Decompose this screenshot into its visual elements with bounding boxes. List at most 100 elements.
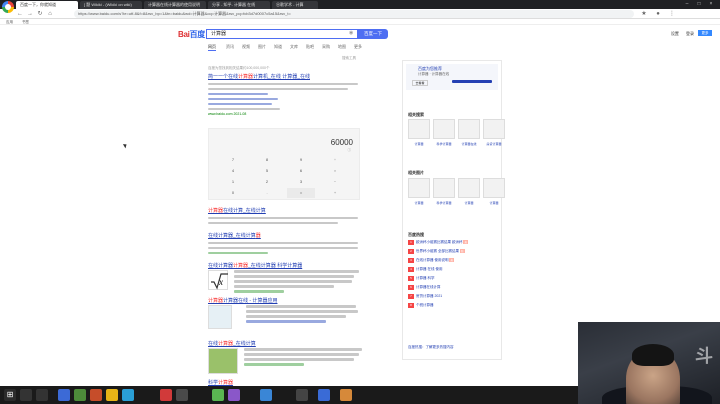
browser-tab[interactable]: 计算器在线计算器的使用说明	[144, 1, 206, 9]
hot-footer-link[interactable]: 百度热搜：了解更多热搜内容	[408, 345, 498, 350]
app-icon[interactable]	[228, 389, 240, 401]
url-input[interactable]: https://www.baidu.com/s?ie=utf-8&f=8&rsv…	[74, 10, 634, 18]
app-icon[interactable]	[106, 389, 118, 401]
start-icon[interactable]: ⊞	[4, 389, 16, 401]
result-image-icon[interactable]	[208, 348, 238, 374]
browser-tab[interactable]: 分享 - 知乎- 计算器 在线	[208, 1, 270, 9]
calc-key[interactable]: ×	[321, 166, 349, 176]
hot-item[interactable]: 8 个税计算器	[408, 303, 498, 308]
image-caption[interactable]: 计算器	[458, 201, 480, 205]
calc-key[interactable]: 2	[253, 177, 281, 187]
hot-item[interactable]: 7 房贷计算器 2021	[408, 294, 498, 299]
related-image[interactable]	[433, 178, 455, 198]
tab-more[interactable]: 更多	[354, 44, 362, 50]
app-icon[interactable]	[74, 389, 86, 401]
calc-key[interactable]: =	[287, 188, 315, 198]
browser-tab[interactable]: 谷歌学术 - 计算	[272, 1, 318, 9]
tab-news[interactable]: 资讯	[226, 44, 234, 50]
close-icon[interactable]: ×	[706, 1, 716, 8]
calc-key[interactable]: ÷	[321, 155, 349, 165]
menu-icon[interactable]: ⋮	[668, 10, 676, 18]
result-title[interactable]: 简一一个在线计算器计算机_在线 计算器_在线	[208, 73, 368, 80]
app-icon[interactable]	[260, 389, 272, 401]
app-icon[interactable]	[160, 389, 172, 401]
related-image[interactable]	[483, 119, 505, 139]
tab-zhidao[interactable]: 知道	[274, 44, 282, 50]
reload-icon[interactable]: ↻	[36, 10, 44, 18]
calc-key[interactable]: 6	[287, 166, 315, 176]
calc-key[interactable]: 7	[219, 155, 247, 165]
result-title[interactable]: 计算器在线计算_在线计算	[208, 207, 368, 214]
browser-tab-active[interactable]: 百度一下，你就知道	[16, 1, 78, 9]
result-title[interactable]: 科学计算器	[208, 379, 368, 386]
calc-key[interactable]: 1	[219, 177, 247, 187]
tab-images[interactable]: 图片	[258, 44, 266, 50]
result-url[interactable]: www.baidu.com 2021-08	[208, 112, 368, 116]
taskview-icon[interactable]	[36, 389, 48, 401]
search-button[interactable]: 百度一下	[358, 29, 388, 39]
hot-item[interactable]: 1 欧洲杯小组赛比赛结果 欧洲杯热	[408, 240, 498, 245]
tab-purchase[interactable]: 采购	[322, 44, 330, 50]
login-link[interactable]: 登录	[686, 31, 694, 36]
calc-key[interactable]: 5	[253, 166, 281, 176]
calc-key[interactable]: 4	[219, 166, 247, 176]
back-icon[interactable]: ←	[16, 10, 24, 18]
camera-icon[interactable]: ◉	[349, 31, 355, 36]
app-icon[interactable]	[176, 389, 188, 401]
tab-web[interactable]: 网页	[208, 44, 216, 51]
forward-icon[interactable]: →	[26, 10, 34, 18]
search-icon[interactable]	[20, 389, 32, 401]
more-button[interactable]: 更多	[698, 30, 712, 36]
right-panel-link[interactable]	[452, 80, 492, 83]
result-title[interactable]: 在线计算器计算器_在线计算器 科学计算器	[208, 262, 368, 269]
maximize-icon[interactable]: □	[694, 1, 704, 8]
related-image[interactable]	[408, 178, 430, 198]
calc-key[interactable]: −	[321, 177, 349, 187]
image-caption[interactable]: 计算器	[408, 201, 430, 205]
bookmark-apps[interactable]: 应用	[6, 19, 13, 25]
app-thumbnail-icon[interactable]	[208, 305, 232, 329]
search-input[interactable]: 计算器	[206, 29, 358, 39]
calc-key[interactable]: 3	[287, 177, 315, 187]
right-panel-button[interactable]: 去看看	[412, 80, 428, 86]
hot-item[interactable]: 3 在线计算器 使用说明热	[408, 258, 498, 263]
image-caption[interactable]: 计算器	[408, 142, 430, 146]
related-image[interactable]	[408, 119, 430, 139]
result-title[interactable]: 在线计算器_在线计算	[208, 340, 368, 347]
tab-video[interactable]: 视频	[242, 44, 250, 50]
bookmark-item[interactable]: 书签	[22, 19, 29, 25]
result-title[interactable]: 在线计算器_在线计算器	[208, 232, 368, 239]
baidu-logo[interactable]: Bai百度	[178, 29, 205, 40]
image-caption[interactable]: 房贷计算器	[483, 142, 505, 146]
hot-item[interactable]: 6 计算器在线计算	[408, 285, 498, 290]
related-image[interactable]	[458, 119, 480, 139]
image-caption[interactable]: 计算器	[483, 201, 505, 205]
calc-key[interactable]: 8	[253, 155, 281, 165]
tab-wenku[interactable]: 文库	[290, 44, 298, 50]
hot-item[interactable]: 4 计算器 在线 使用	[408, 267, 498, 272]
calc-key[interactable]: 0	[219, 188, 247, 198]
related-image[interactable]	[483, 178, 505, 198]
calc-key[interactable]: +	[321, 188, 349, 198]
tab-tieba[interactable]: 贴吧	[306, 44, 314, 50]
app-icon[interactable]	[296, 389, 308, 401]
calc-key[interactable]: .	[253, 188, 281, 198]
home-icon[interactable]: ⌂	[46, 10, 54, 18]
hot-item[interactable]: 5 计算器 科学	[408, 276, 498, 281]
image-caption[interactable]: 科学计算器	[433, 142, 455, 146]
app-icon[interactable]	[212, 389, 224, 401]
minimize-icon[interactable]: –	[682, 1, 692, 8]
profile-icon[interactable]: ●	[654, 10, 662, 18]
result-title[interactable]: 计算器计算器在线 - 计算器应用	[208, 297, 368, 304]
image-caption[interactable]: 计算器在线	[458, 142, 480, 146]
image-caption[interactable]: 科学计算器	[433, 201, 455, 205]
hot-item[interactable]: 2 世界杯小组赛 全部比赛结果新	[408, 249, 498, 254]
app-icon[interactable]	[122, 389, 134, 401]
calc-key[interactable]: 9	[287, 155, 315, 165]
related-image[interactable]	[433, 119, 455, 139]
extension-icon[interactable]: ★	[640, 10, 648, 18]
app-icon[interactable]	[58, 389, 70, 401]
tab-map[interactable]: 地图	[338, 44, 346, 50]
app-icon[interactable]	[340, 389, 352, 401]
app-icon[interactable]	[318, 389, 330, 401]
